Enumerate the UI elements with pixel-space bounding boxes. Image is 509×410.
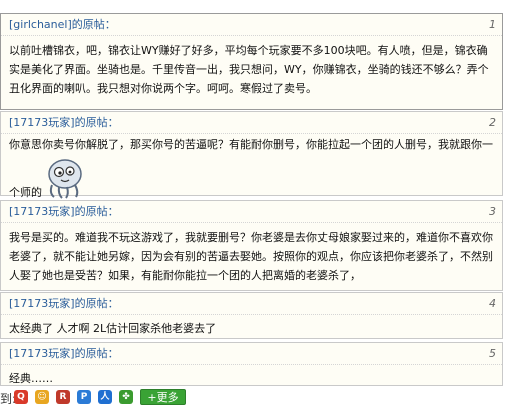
floor-number: 3	[489, 205, 496, 218]
share-icon-3[interactable]: R	[56, 390, 70, 404]
post-original-label: 的原帖	[71, 18, 105, 31]
share-icon-6[interactable]: ✤	[119, 390, 133, 404]
post-2: [17173玩家]的原帖： 2 你意思你卖号你解脱了，那买你号的苦逼呢？有能耐你…	[0, 111, 503, 199]
post-content-text: 你意思你卖号你解脱了，那买你号的苦逼呢？有能耐你删号，你能拉起一个团的人删号，我…	[9, 138, 493, 151]
post-original-label: 的原帖	[74, 347, 108, 360]
share-icon-1[interactable]: Q	[14, 390, 28, 404]
post-author-link[interactable]: [girlchanel]	[9, 18, 72, 31]
post-author-link[interactable]: [17173玩家]	[9, 205, 75, 218]
post-4: [17173玩家]的原帖： 4 太经典了 人才啊 2L估计回家杀他老婆去了	[0, 292, 503, 339]
post-colon: ：	[107, 347, 119, 360]
post-original-label: 的原帖	[74, 205, 108, 218]
post-original-label: 的原帖	[74, 297, 108, 310]
post-colon: ：	[104, 18, 116, 31]
more-share-button[interactable]: +更多	[140, 389, 186, 405]
share-icon-4[interactable]: P	[77, 390, 91, 404]
post-content: 我号是买的。难道我不玩这游戏了，我就要删号？你老婆是去你丈母娘家娶过来的，难道你…	[1, 222, 502, 285]
share-icon-2[interactable]: ☺	[35, 390, 49, 404]
post-colon: ：	[107, 205, 119, 218]
post-content: 你意思你卖号你解脱了，那买你号的苦逼呢？有能耐你删号，你能拉起一个团的人删号，我…	[1, 133, 502, 206]
post-header: [17173玩家]的原帖： 2	[1, 112, 502, 133]
post-1: [girlchanel]的原帖： 1 以前吐槽锦衣，吧，锦衣让WY赚好了好多，平…	[0, 13, 503, 110]
post-header: [girlchanel]的原帖： 1	[1, 14, 502, 35]
share-toolbar: 到: Q ☺ R P 人 ✤ +更多	[0, 386, 509, 408]
octopus-emoticon-icon	[48, 159, 82, 199]
post-5: [17173玩家]的原帖： 5 经典……	[0, 342, 503, 386]
post-header: [17173玩家]的原帖： 4	[1, 293, 502, 314]
post-3: [17173玩家]的原帖： 3 我号是买的。难道我不玩这游戏了，我就要删号？你老…	[0, 200, 503, 291]
post-colon: ：	[107, 116, 119, 129]
post-original-label: 的原帖	[74, 116, 108, 129]
post-header: [17173玩家]的原帖： 3	[1, 201, 502, 222]
post-content-tail: 个师的	[9, 154, 494, 206]
post-header: [17173玩家]的原帖： 5	[1, 343, 502, 364]
post-colon: ：	[107, 297, 119, 310]
post-content: 太经典了 人才啊 2L估计回家杀他老婆去了	[1, 314, 502, 338]
share-icon-5[interactable]: 人	[98, 390, 112, 404]
post-author-link[interactable]: [17173玩家]	[9, 116, 75, 129]
floor-number: 1	[489, 18, 496, 31]
floor-number: 5	[489, 347, 496, 360]
post-author-link[interactable]: [17173玩家]	[9, 347, 75, 360]
post-content: 以前吐槽锦衣，吧，锦衣让WY赚好了好多，平均每个玩家要不多100块吧。有人喷，但…	[1, 35, 502, 98]
floor-number: 4	[489, 297, 496, 310]
post-author-link[interactable]: [17173玩家]	[9, 297, 75, 310]
floor-number: 2	[489, 116, 496, 129]
post-content: 经典……	[1, 364, 502, 388]
